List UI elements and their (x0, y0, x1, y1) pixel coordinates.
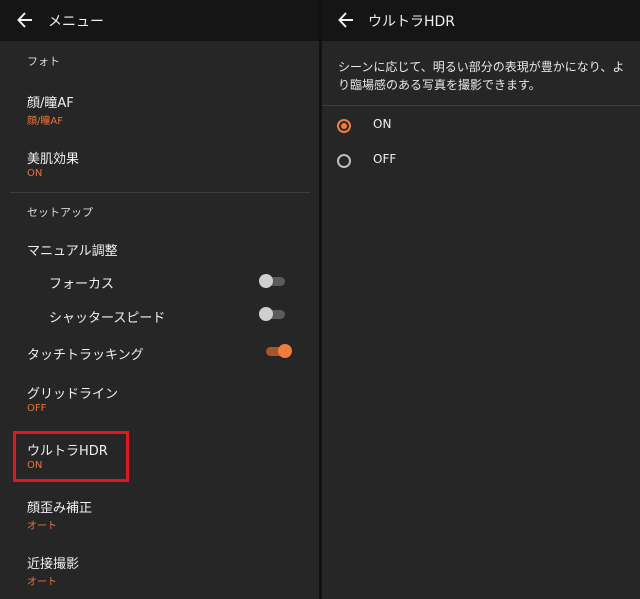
skin-effect-title: 美肌効果 (27, 152, 80, 167)
touch-tracking-title: タッチトラッキング (27, 348, 144, 363)
face-eye-af-title: 顔/瞳AF (27, 96, 74, 111)
face-eye-af-value: 顔/瞳AF (27, 116, 63, 127)
option-on[interactable]: ON (322, 111, 640, 141)
option-off[interactable]: OFF (322, 146, 640, 176)
highlight-frame (13, 431, 129, 482)
option-on-label: ON (373, 117, 392, 131)
face-distortion-value: オート (27, 521, 57, 532)
section-divider (10, 192, 310, 193)
section-header-setup: セットアップ (27, 206, 93, 219)
skin-effect-value: ON (27, 168, 43, 179)
shutter-speed-toggle[interactable] (259, 306, 287, 322)
description-divider (322, 105, 640, 106)
touch-tracking-toggle[interactable] (264, 343, 292, 359)
face-distortion-title: 顔歪み補正 (27, 501, 93, 516)
section-header-photo: フォト (27, 55, 60, 68)
hdr-description: シーンに応じて、明るい部分の表現が豊かになり、より臨場感のある写真を撮影できます… (338, 60, 625, 92)
back-arrow-icon[interactable] (17, 11, 33, 29)
manual-adjust-title: マニュアル調整 (27, 244, 118, 259)
menu-title: メニュー (48, 14, 104, 30)
grid-line-title: グリッドライン (27, 387, 119, 402)
hdr-app-bar: ウルトラHDR (322, 0, 640, 41)
ultra-hdr-panel: ウルトラHDR シーンに応じて、明るい部分の表現が豊かになり、より臨場感のある写… (322, 0, 640, 599)
menu-app-bar: メニュー (0, 0, 319, 41)
macro-value: オート (27, 577, 57, 588)
macro-title: 近接撮影 (27, 557, 80, 572)
shutter-speed-title: シャッタースピード (49, 311, 166, 326)
settings-menu-panel: メニュー フォト 顔/瞳AF 顔/瞳AF 美肌効果 ON セットアップ マニュア… (0, 0, 319, 599)
grid-line-value: OFF (27, 403, 47, 414)
radio-on[interactable] (337, 119, 351, 133)
hdr-title: ウルトラHDR (368, 14, 456, 30)
focus-toggle[interactable] (259, 273, 287, 289)
option-off-label: OFF (373, 152, 397, 166)
focus-title: フォーカス (49, 277, 115, 292)
back-arrow-icon[interactable] (338, 11, 354, 29)
radio-off[interactable] (337, 154, 351, 168)
